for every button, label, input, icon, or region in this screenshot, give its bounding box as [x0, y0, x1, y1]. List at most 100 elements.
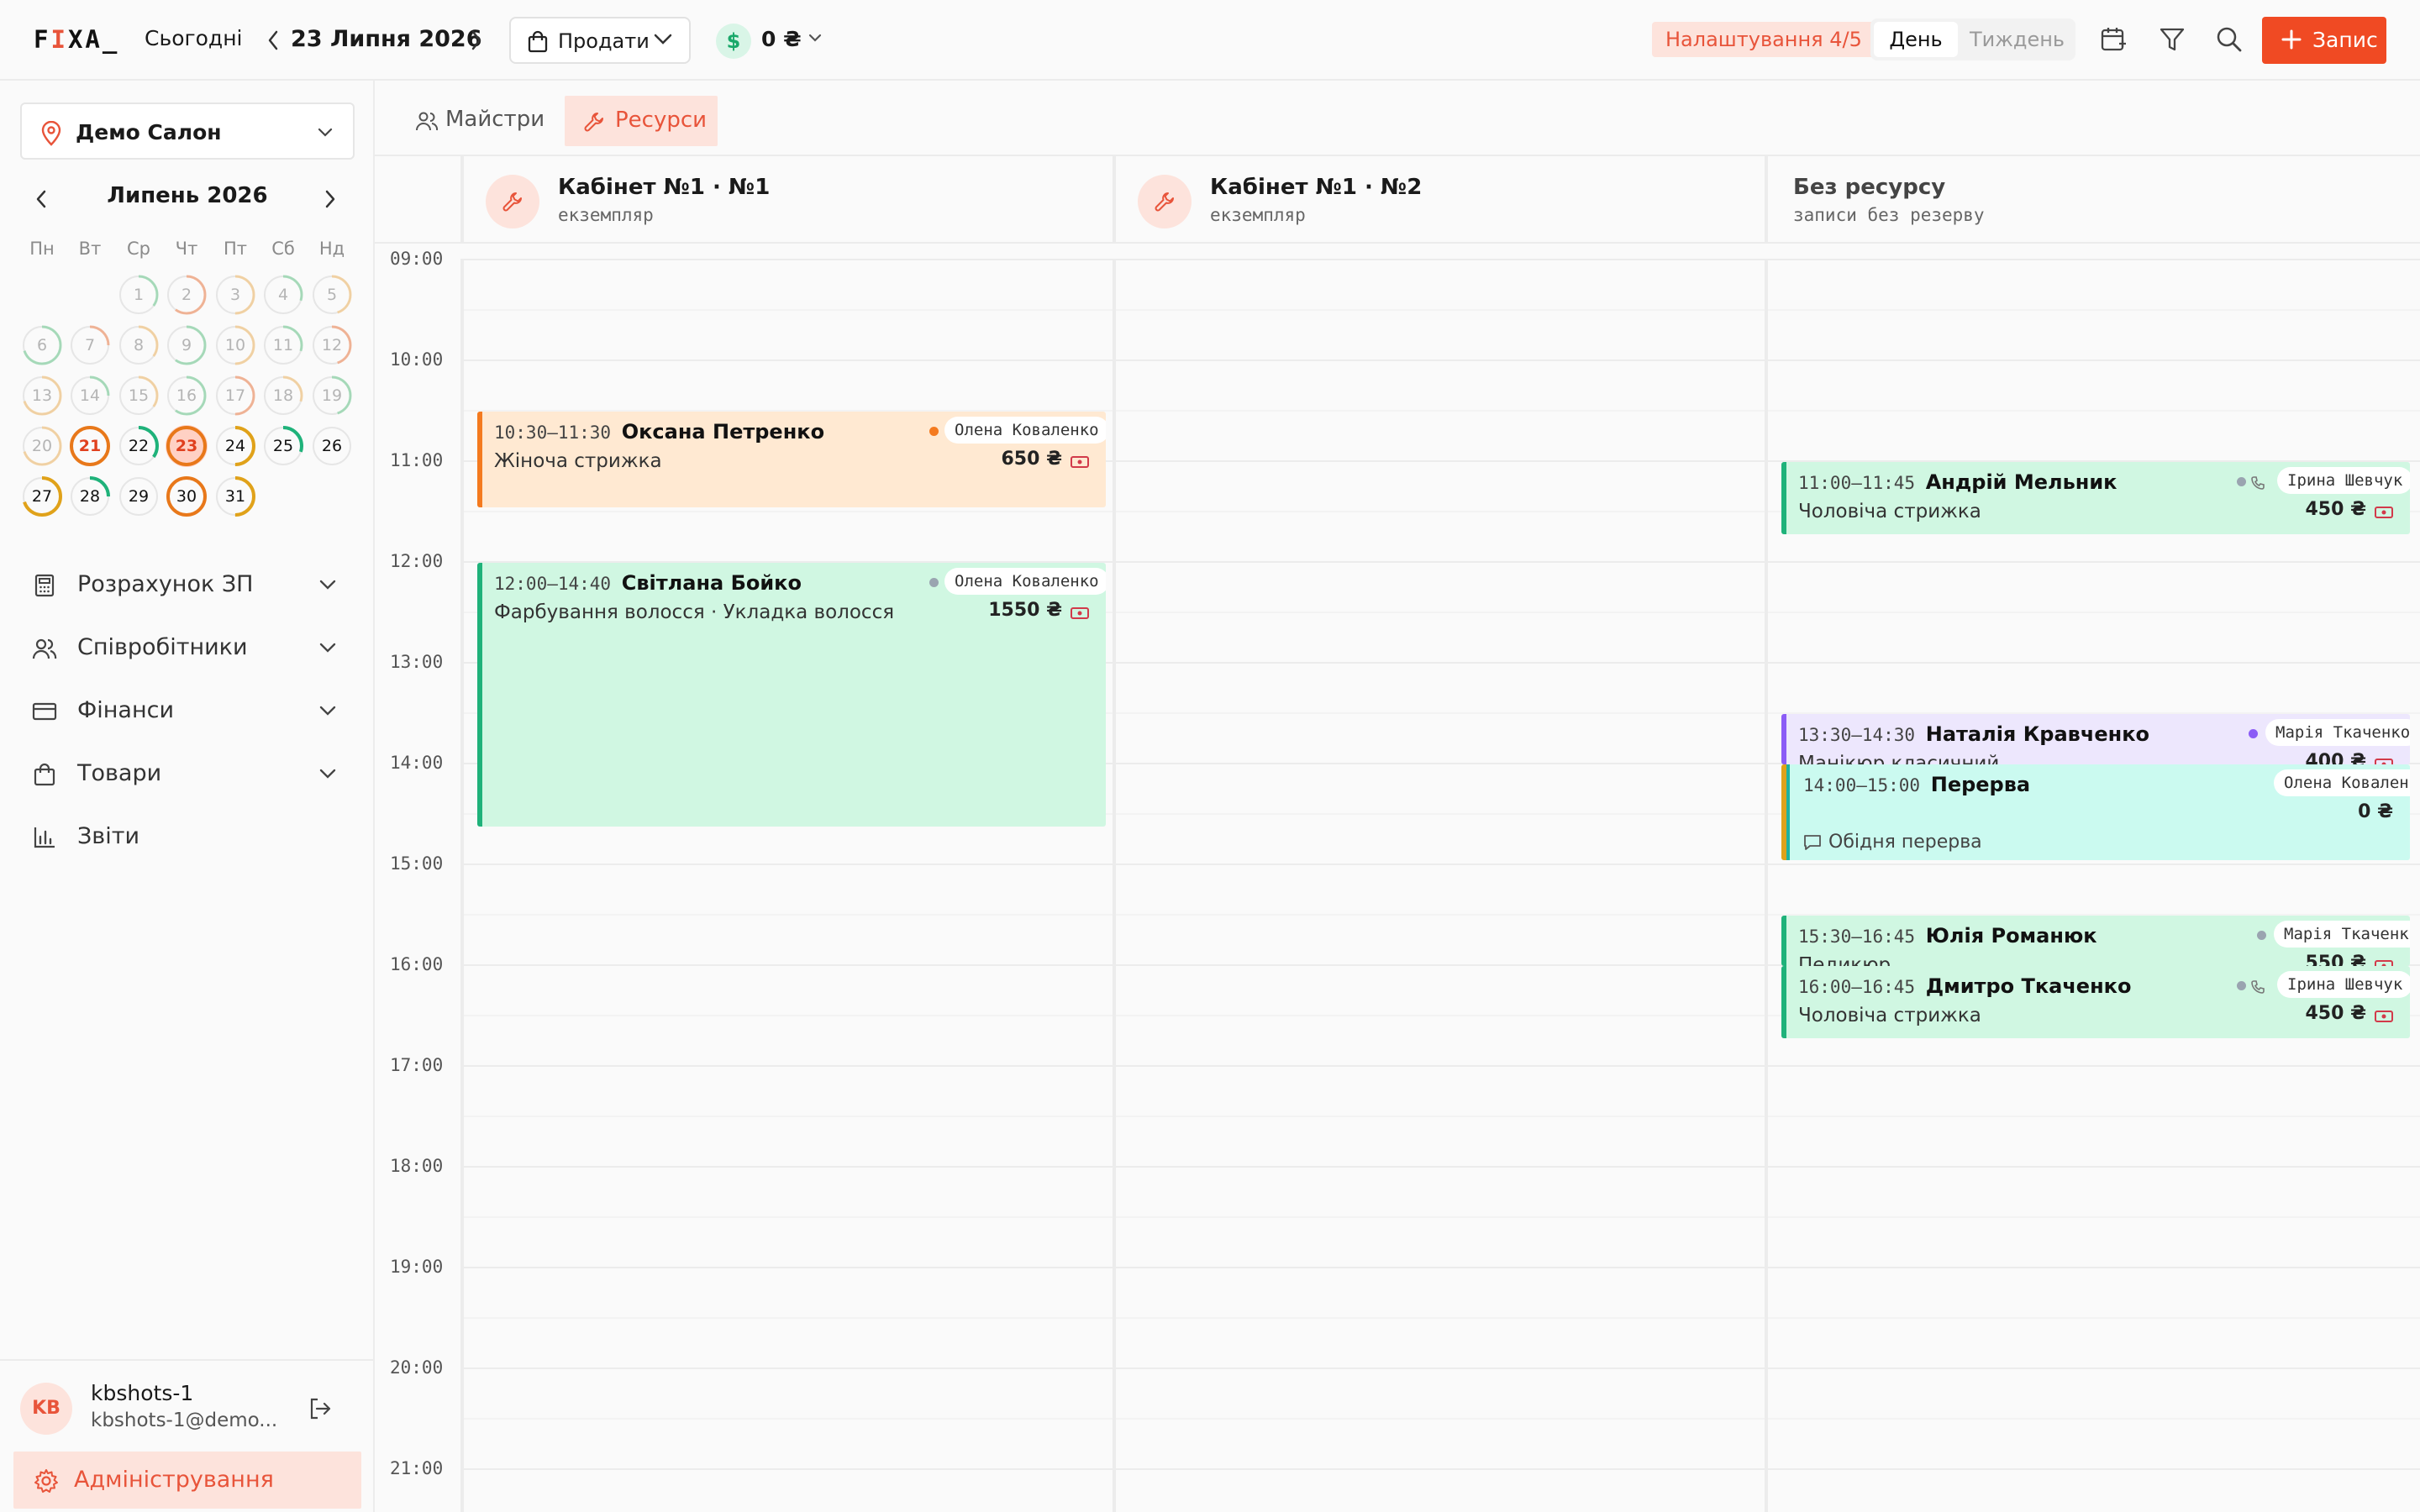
weekday-label: Чт — [175, 239, 198, 259]
app-logo[interactable]: FIXA_ — [34, 25, 119, 54]
filter-icon[interactable] — [2158, 25, 2186, 54]
hour-line — [460, 1166, 2420, 1168]
next-month-icon[interactable] — [324, 190, 336, 208]
time-label: 09:00 — [390, 249, 444, 269]
calendar-day[interactable]: 5 — [311, 274, 353, 316]
service-name: Педикюр — [1798, 954, 1891, 966]
sidebar-item-products[interactable]: Товари — [25, 750, 353, 797]
tab-resources[interactable]: Ресурси — [565, 96, 718, 146]
calendar-day[interactable]: 30 — [166, 475, 208, 517]
status-dot — [929, 578, 939, 587]
view-week-button[interactable]: Тиждень — [1970, 22, 2070, 57]
appointment-card[interactable]: 11:00–11:45 Андрій Мельник Чоловіча стри… — [1781, 462, 2410, 534]
logout-icon[interactable] — [308, 1396, 333, 1421]
calendar-day[interactable]: 16 — [166, 375, 208, 417]
chevron-down-icon — [319, 706, 336, 716]
calendar-day[interactable]: 14 — [69, 375, 111, 417]
calendar-day[interactable]: 15 — [118, 375, 160, 417]
status-bar — [1781, 966, 1786, 1038]
calendar-day[interactable]: 2 — [166, 274, 208, 316]
setup-progress-badge[interactable]: Налаштування 4/5 — [1652, 22, 1876, 57]
sidebar-item-finances[interactable]: Фінанси — [25, 687, 353, 734]
calendar-day[interactable]: 1 — [118, 274, 160, 316]
column-divider — [1113, 156, 1116, 244]
tab-resources-label: Ресурси — [615, 108, 708, 133]
salon-selector[interactable]: Демо Салон — [20, 102, 355, 160]
appointment-card[interactable]: 10:30–11:30 Оксана Петренко Жіноча стриж… — [477, 412, 1106, 507]
column-subtitle: екземпляр — [1210, 205, 1306, 225]
view-tabs: Майстри Ресурси — [375, 81, 2420, 153]
calendar-day[interactable]: 6 — [21, 324, 63, 366]
half-hour-line — [460, 309, 2420, 311]
chevron-down-icon — [654, 34, 672, 45]
calendar-day[interactable]: 21 — [69, 425, 111, 467]
sidebar-item-payroll[interactable]: Розрахунок ЗП — [25, 561, 353, 608]
today-button[interactable]: Сьогодні — [145, 26, 243, 50]
staff-chip: Марія Ткаченко — [2265, 719, 2410, 746]
new-appointment-button[interactable]: Запис — [2262, 17, 2386, 64]
price: 0 ₴ — [2358, 801, 2393, 822]
price: 450 ₴ — [2305, 499, 2367, 520]
appointment-card[interactable]: 12:00–14:40 Світлана Бойко Фарбування во… — [477, 563, 1106, 827]
price: 550 ₴ — [2305, 953, 2367, 966]
calendar-month-title: Липень 2026 — [107, 183, 268, 208]
chevron-left-icon[interactable] — [267, 30, 279, 50]
calendar-day[interactable]: 18 — [262, 375, 304, 417]
staff-chip: Марія Ткаченко — [2274, 921, 2410, 948]
calendar-day[interactable]: 4 — [262, 274, 304, 316]
sell-button[interactable]: Продати — [509, 17, 691, 64]
status-bar — [1781, 916, 1786, 966]
calendar-day[interactable]: 29 — [118, 475, 160, 517]
appointment-time: 15:30–16:45 Юлія Романюк — [1798, 924, 2097, 948]
calendar-day[interactable]: 17 — [214, 375, 256, 417]
tab-masters-label: Майстри — [445, 107, 545, 132]
users-icon — [415, 109, 439, 133]
calendar-day[interactable]: 27 — [21, 475, 63, 517]
administration-button[interactable]: Адміністрування — [13, 1452, 361, 1509]
calendar-day[interactable]: 24 — [214, 425, 256, 467]
staff-chip: Олена Коваленко — [944, 568, 1106, 595]
chevron-down-icon — [808, 34, 822, 42]
calendar-day[interactable]: 19 — [311, 375, 353, 417]
calendar-day[interactable]: 12 — [311, 324, 353, 366]
calendar-day[interactable]: 31 — [214, 475, 256, 517]
calendar-day[interactable]: 10 — [214, 324, 256, 366]
wrench-icon — [1138, 175, 1192, 228]
sidebar-item-employees[interactable]: Співробітники — [25, 624, 353, 671]
calendar-day[interactable]: 20 — [21, 425, 63, 467]
calendar-day[interactable]: 25 — [262, 425, 304, 467]
calendar-day[interactable]: 3 — [214, 274, 256, 316]
half-hour-line — [460, 1317, 2420, 1319]
chevron-right-icon[interactable] — [471, 30, 482, 50]
calendar-day[interactable]: 9 — [166, 324, 208, 366]
sidebar-item-reports[interactable]: Звіти — [25, 813, 353, 860]
service-name: Чоловіча стрижка — [1798, 501, 1981, 522]
search-icon[interactable] — [2215, 25, 2244, 54]
calendar-day[interactable]: 13 — [21, 375, 63, 417]
avatar[interactable]: KB — [20, 1383, 72, 1435]
appointment-card[interactable]: 13:30–14:30 Наталія Кравченко Манікюр кл… — [1781, 714, 2410, 764]
administration-label: Адміністрування — [74, 1467, 274, 1493]
current-date[interactable]: 23 Липня 2026 — [291, 26, 482, 52]
view-day-button[interactable]: День — [1874, 22, 1958, 57]
appointment-card[interactable]: 16:00–16:45 Дмитро Ткаченко Чоловіча стр… — [1781, 966, 2410, 1038]
column-header-no-resource: Без ресурсу записи без резерву — [1766, 156, 2420, 244]
appointment-card[interactable]: 15:30–16:45 Юлія Романюк Педикюр Марія Т… — [1781, 916, 2410, 966]
calendar-add-icon[interactable] — [2099, 25, 2128, 54]
calendar-day[interactable]: 11 — [262, 324, 304, 366]
calendar-day[interactable]: 28 — [69, 475, 111, 517]
calendar-day[interactable]: 26 — [311, 425, 353, 467]
status-bar — [477, 563, 482, 827]
time-label: 10:00 — [390, 349, 444, 370]
calendar-day[interactable]: 23 — [166, 425, 208, 467]
column-divider — [1113, 259, 1116, 1512]
hour-line — [460, 1065, 2420, 1067]
weekday-label: Сб — [271, 239, 295, 259]
break-card[interactable]: 14:00–15:00 Перерва Олена Коваленко 0 ₴ … — [1781, 764, 2410, 860]
client-name: Наталія Кравченко — [1925, 722, 2149, 746]
schedule-grid: 09:00 10:00 11:00 12:00 13:00 14:00 15:00 16:00… — [375, 244, 2420, 1512]
calendar-day[interactable]: 22 — [118, 425, 160, 467]
calendar-day[interactable]: 7 — [69, 324, 111, 366]
service-name: Манікюр класичний — [1798, 753, 2000, 764]
calendar-day[interactable]: 8 — [118, 324, 160, 366]
